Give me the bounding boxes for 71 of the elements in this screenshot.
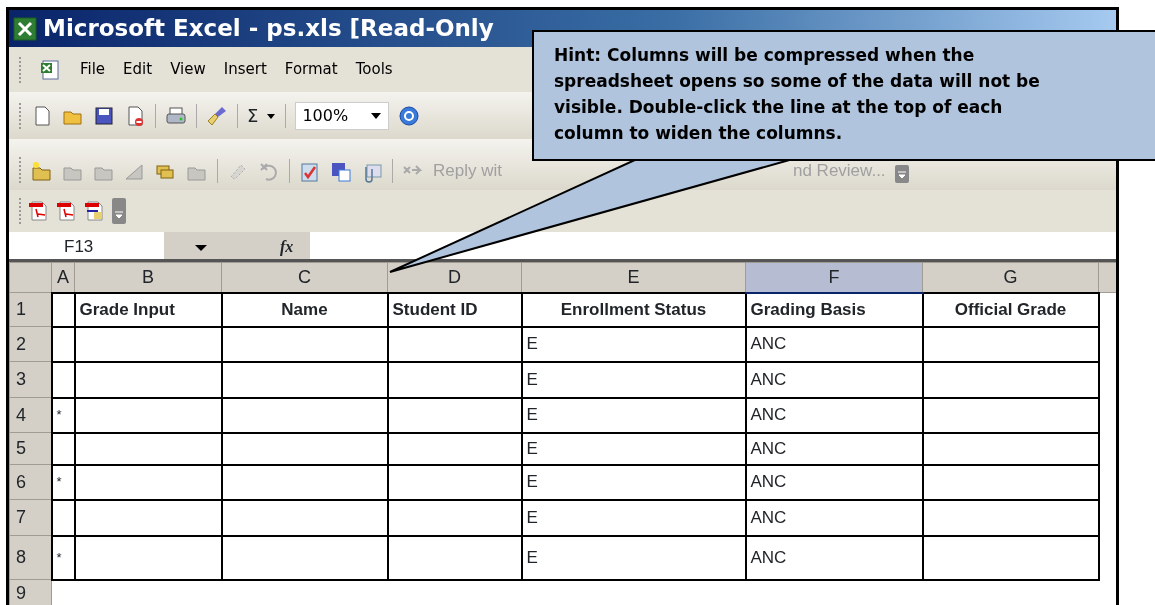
row-header[interactable]: 5 — [9, 432, 52, 465]
column-header[interactable]: B — [74, 262, 222, 293]
help-icon[interactable] — [398, 104, 421, 127]
autosum-button[interactable]: Σ — [247, 102, 277, 129]
table-cell: E — [521, 432, 746, 465]
save-icon[interactable] — [93, 104, 115, 127]
table-cell: E — [521, 397, 746, 433]
pdf-icon[interactable] — [28, 200, 50, 222]
new-folder-icon[interactable] — [31, 161, 53, 183]
insert-function-button[interactable]: fx — [280, 232, 310, 259]
row-header[interactable]: 6 — [9, 464, 52, 500]
table-cell: ANC — [745, 535, 923, 580]
table-cell: * — [51, 464, 75, 500]
menu-item[interactable]: Tools — [355, 58, 393, 81]
table-cell: * — [51, 397, 75, 433]
excel-icon — [13, 16, 37, 41]
row-header[interactable]: 3 — [9, 361, 52, 398]
table-cell: E — [521, 361, 746, 398]
row-header[interactable]: 1 — [9, 292, 52, 327]
row-header[interactable]: 2 — [9, 326, 52, 362]
pdf-icon[interactable] — [56, 200, 78, 222]
column-header[interactable]: F — [745, 262, 923, 293]
formula-input[interactable] — [310, 232, 1116, 259]
table-cell: ANC — [745, 464, 923, 500]
clipboard-check-icon[interactable] — [299, 161, 321, 183]
menu-item[interactable]: Insert — [223, 58, 267, 81]
toolbar-options-icon[interactable] — [112, 198, 126, 224]
column-heading: Grading Basis — [745, 292, 923, 327]
window-title: Microsoft Excel - ps.xls [Read-Only — [43, 14, 494, 44]
menu-item[interactable]: File — [80, 58, 106, 81]
column-header[interactable]: A — [51, 262, 75, 293]
column-header[interactable]: C — [221, 262, 388, 293]
column-heading: Enrollment Status — [521, 292, 746, 327]
format-painter-icon[interactable] — [206, 104, 228, 127]
select-all-corner[interactable] — [9, 262, 52, 293]
caret-icon — [370, 111, 383, 120]
toolbar-options-icon[interactable] — [894, 165, 909, 183]
table-cell: ANC — [745, 326, 923, 362]
menu-item[interactable]: View — [170, 58, 206, 81]
table-cell: ANC — [745, 499, 923, 536]
row-header[interactable]: 8 — [9, 535, 52, 580]
menu-item[interactable]: Edit — [123, 58, 153, 81]
table-cell: * — [51, 535, 75, 580]
caret-icon — [266, 111, 277, 120]
hint-text: Hint: Columns will be compressed when the spreadsheet opens so some of the data will not be visible. Double-click the line at the top of each column to widen the columns. — [554, 44, 1041, 145]
row-header[interactable]: 4 — [9, 397, 52, 433]
column-heading: Grade Input — [74, 292, 222, 327]
column-heading: Student ID — [387, 292, 522, 327]
table-cell: E — [521, 499, 746, 536]
menu-item[interactable]: Format — [284, 58, 338, 81]
column-heading: Name — [221, 292, 388, 327]
column-header[interactable]: G — [922, 262, 1099, 293]
table-cell: E — [521, 326, 746, 362]
workbook-icon[interactable] — [40, 58, 62, 81]
name-box[interactable]: F13 — [9, 232, 164, 259]
column-header[interactable]: E — [521, 262, 746, 293]
zoom-field[interactable]: 100% — [295, 101, 390, 130]
table-cell: ANC — [745, 397, 923, 433]
row-header[interactable]: 7 — [9, 499, 52, 536]
print-icon[interactable] — [165, 104, 187, 127]
column-heading: Official Grade — [922, 292, 1099, 327]
row-header[interactable]: 9 — [9, 579, 52, 605]
pdf-icon[interactable] — [84, 200, 106, 222]
table-cell: E — [521, 535, 746, 580]
table-cell: ANC — [745, 361, 923, 398]
dropdown-icon[interactable] — [194, 243, 208, 252]
column-header[interactable]: D — [387, 262, 522, 293]
save-icon[interactable] — [330, 161, 352, 183]
table-cell: E — [521, 464, 746, 500]
undo-icon[interactable] — [258, 161, 280, 183]
table-cell: ANC — [745, 432, 923, 465]
